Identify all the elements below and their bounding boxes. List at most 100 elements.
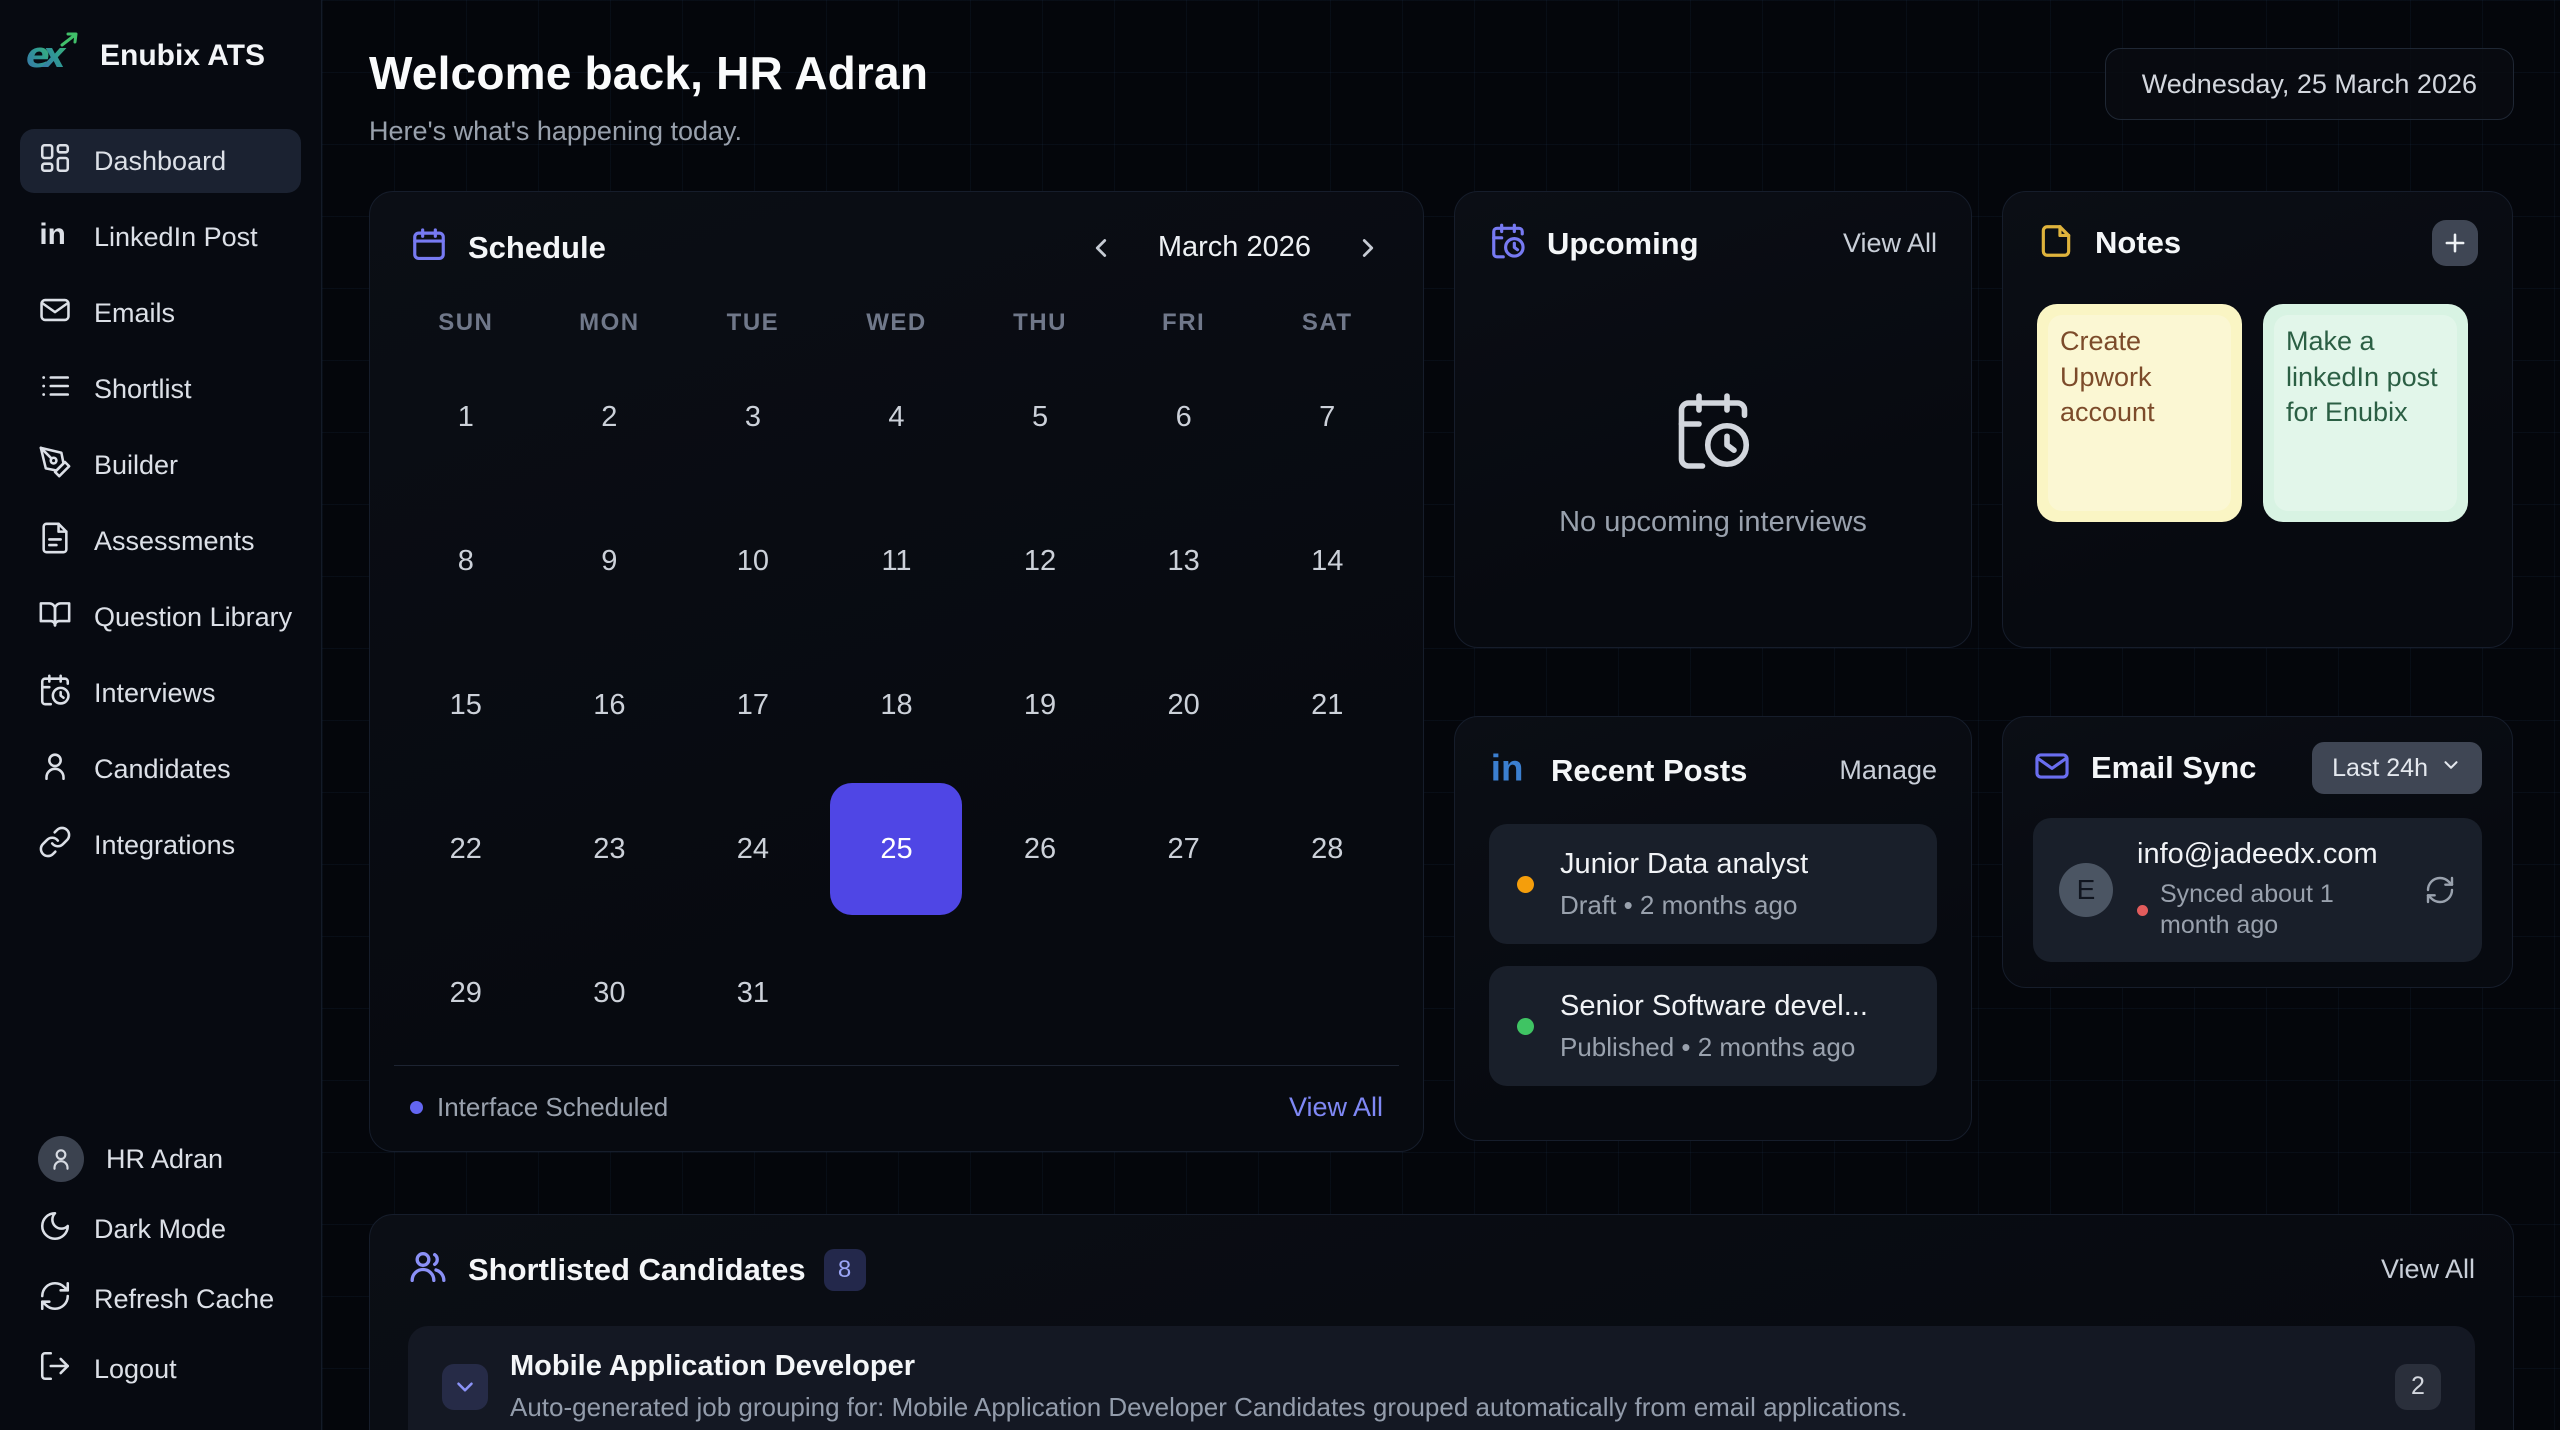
calendar-day-4[interactable]: 4 [825,345,969,489]
sticky-note[interactable]: Create Upwork account [2037,304,2242,522]
calendar-day-25[interactable]: 25 [825,777,969,921]
candidate-group-row[interactable]: Mobile Application Developer Auto-generat… [408,1326,2475,1430]
sidebar-item-label: Refresh Cache [94,1283,275,1314]
linkedin-icon: in [1489,747,1531,794]
calendar-day-22[interactable]: 22 [394,777,538,921]
calendar-day-6[interactable]: 6 [1112,345,1256,489]
notes-list: Create Upwork account Make a linkedIn pos… [2037,304,2478,522]
sidebar-item-dark-mode[interactable]: Dark Mode [20,1198,301,1260]
calendar-day-23[interactable]: 23 [538,777,682,921]
sidebar-item-question-library[interactable]: Question Library [20,585,301,649]
refresh-icon [38,1279,72,1320]
expand-group-button[interactable] [442,1363,488,1410]
sidebar-item-refresh-cache[interactable]: Refresh Cache [20,1268,301,1330]
calendar-day-30[interactable]: 30 [538,921,682,1065]
svg-text:in: in [1491,747,1524,788]
sync-range-dropdown[interactable]: Last 24h [2312,742,2482,794]
calendar-day-3[interactable]: 3 [681,345,825,489]
page-title: Welcome back, HR Adran [369,47,929,99]
email-account-row: E info@jadeedx.com Synced about 1 month … [2033,818,2482,962]
file-text-icon [38,521,72,562]
sidebar-item-hr-adran[interactable]: HR Adran [20,1128,301,1190]
calendar-day-16[interactable]: 16 [538,633,682,777]
calendar-day-21[interactable]: 21 [1255,633,1399,777]
post-meta: Draft • 2 months ago [1560,889,1798,920]
weekday-label: MON [579,309,640,336]
mail-icon [2033,747,2071,790]
sidebar-item-candidates[interactable]: Candidates [20,737,301,801]
sidebar-item-emails[interactable]: Emails [20,281,301,345]
email-sync-status: Synced about 1 month ago [2137,879,2400,942]
calendar-day-28[interactable]: 28 [1255,777,1399,921]
recent-posts-header: in Recent Posts Manage [1489,747,1937,794]
calendar-icon [410,226,448,269]
user-avatar [38,1136,84,1182]
page-subtitle: Here's what's happening today. [369,116,743,146]
sticky-note-text: Create Upwork account [2048,315,2231,511]
calendar-day-11[interactable]: 11 [825,489,969,633]
manage-posts-link[interactable]: Manage [1839,755,1937,786]
upcoming-card: Upcoming View All No upcoming interviews [1454,191,1972,648]
sidebar-footer: HR Adran Dark Mode Refresh Cache Logout [0,1128,321,1400]
sidebar-item-label: Interviews [94,677,216,708]
calendar-clock-icon [1489,222,1527,265]
post-status-dot [1517,1017,1534,1035]
calendar-day-1[interactable]: 1 [394,345,538,489]
calendar-day-17[interactable]: 17 [681,633,825,777]
calendar-day-18[interactable]: 18 [825,633,969,777]
sidebar-nav: Dashboard in LinkedIn Post Emails Shortlist B… [0,129,321,877]
upcoming-title: Upcoming [1547,225,1699,261]
group-title: Mobile Application Developer [510,1350,915,1382]
next-month-button[interactable] [1353,233,1383,263]
calendar-day-20[interactable]: 20 [1112,633,1256,777]
calendar-day-9[interactable]: 9 [538,489,682,633]
sidebar-item-integrations[interactable]: Integrations [20,813,301,877]
schedule-view-all-link[interactable]: View All [1289,1092,1383,1123]
calendar-day-26[interactable]: 26 [968,777,1112,921]
calendar-day-2[interactable]: 2 [538,345,682,489]
sidebar-item-assessments[interactable]: Assessments [20,509,301,573]
weekday-label: SUN [438,309,494,336]
schedule-header: Schedule March 2026 [394,226,1399,269]
refresh-sync-button[interactable] [2424,874,2456,906]
shortlisted-view-all-link[interactable]: View All [2381,1254,2475,1285]
post-row[interactable]: Junior Data analyst Draft • 2 months ago [1489,824,1937,944]
sidebar-item-logout[interactable]: Logout [20,1338,301,1400]
calendar-day-7[interactable]: 7 [1255,345,1399,489]
email-account-info: info@jadeedx.com Synced about 1 month ag… [2137,838,2400,942]
list-icon [38,369,72,410]
calendar-day-13[interactable]: 13 [1112,489,1256,633]
note-file-icon [2037,222,2075,265]
calendar-day-24[interactable]: 24 [681,777,825,921]
calendar-day-8[interactable]: 8 [394,489,538,633]
sticky-note[interactable]: Make a linkedIn post for Enubix [2263,304,2468,522]
post-title: Senior Software devel... [1560,989,1868,1022]
calendar-day-31[interactable]: 31 [681,921,825,1065]
add-note-button[interactable] [2432,220,2478,266]
calendar-day-12[interactable]: 12 [968,489,1112,633]
notes-card: Notes Create Upwork account Make a linked… [2002,191,2513,648]
moon-icon [38,1209,72,1250]
upcoming-header: Upcoming View All [1489,222,1937,265]
calendar-day-19[interactable]: 19 [968,633,1112,777]
email-sync-card: Email Sync Last 24h E info@jadeedx.com S… [2002,716,2513,988]
sidebar-item-shortlist[interactable]: Shortlist [20,357,301,421]
legend-label: Interface Scheduled [437,1092,669,1122]
calendar-day-5[interactable]: 5 [968,345,1112,489]
link-icon [38,825,72,866]
svg-text:in: in [39,217,65,250]
sidebar-item-interviews[interactable]: Interviews [20,661,301,725]
sidebar-item-linkedin-post[interactable]: in LinkedIn Post [20,205,301,269]
email-address: info@jadeedx.com [2137,838,2378,870]
prev-month-button[interactable] [1086,233,1116,263]
calendar-day-14[interactable]: 14 [1255,489,1399,633]
calendar-day-15[interactable]: 15 [394,633,538,777]
sidebar-item-builder[interactable]: Builder [20,433,301,497]
upcoming-view-all-link[interactable]: View All [1843,228,1937,259]
calendar-day-29[interactable]: 29 [394,921,538,1065]
calendar-day-10[interactable]: 10 [681,489,825,633]
post-row[interactable]: Senior Software devel... Published • 2 mo… [1489,966,1937,1086]
calendar-day-27[interactable]: 27 [1112,777,1256,921]
sidebar-item-dashboard[interactable]: Dashboard [20,129,301,193]
sidebar-item-label: HR Adran [106,1143,224,1174]
